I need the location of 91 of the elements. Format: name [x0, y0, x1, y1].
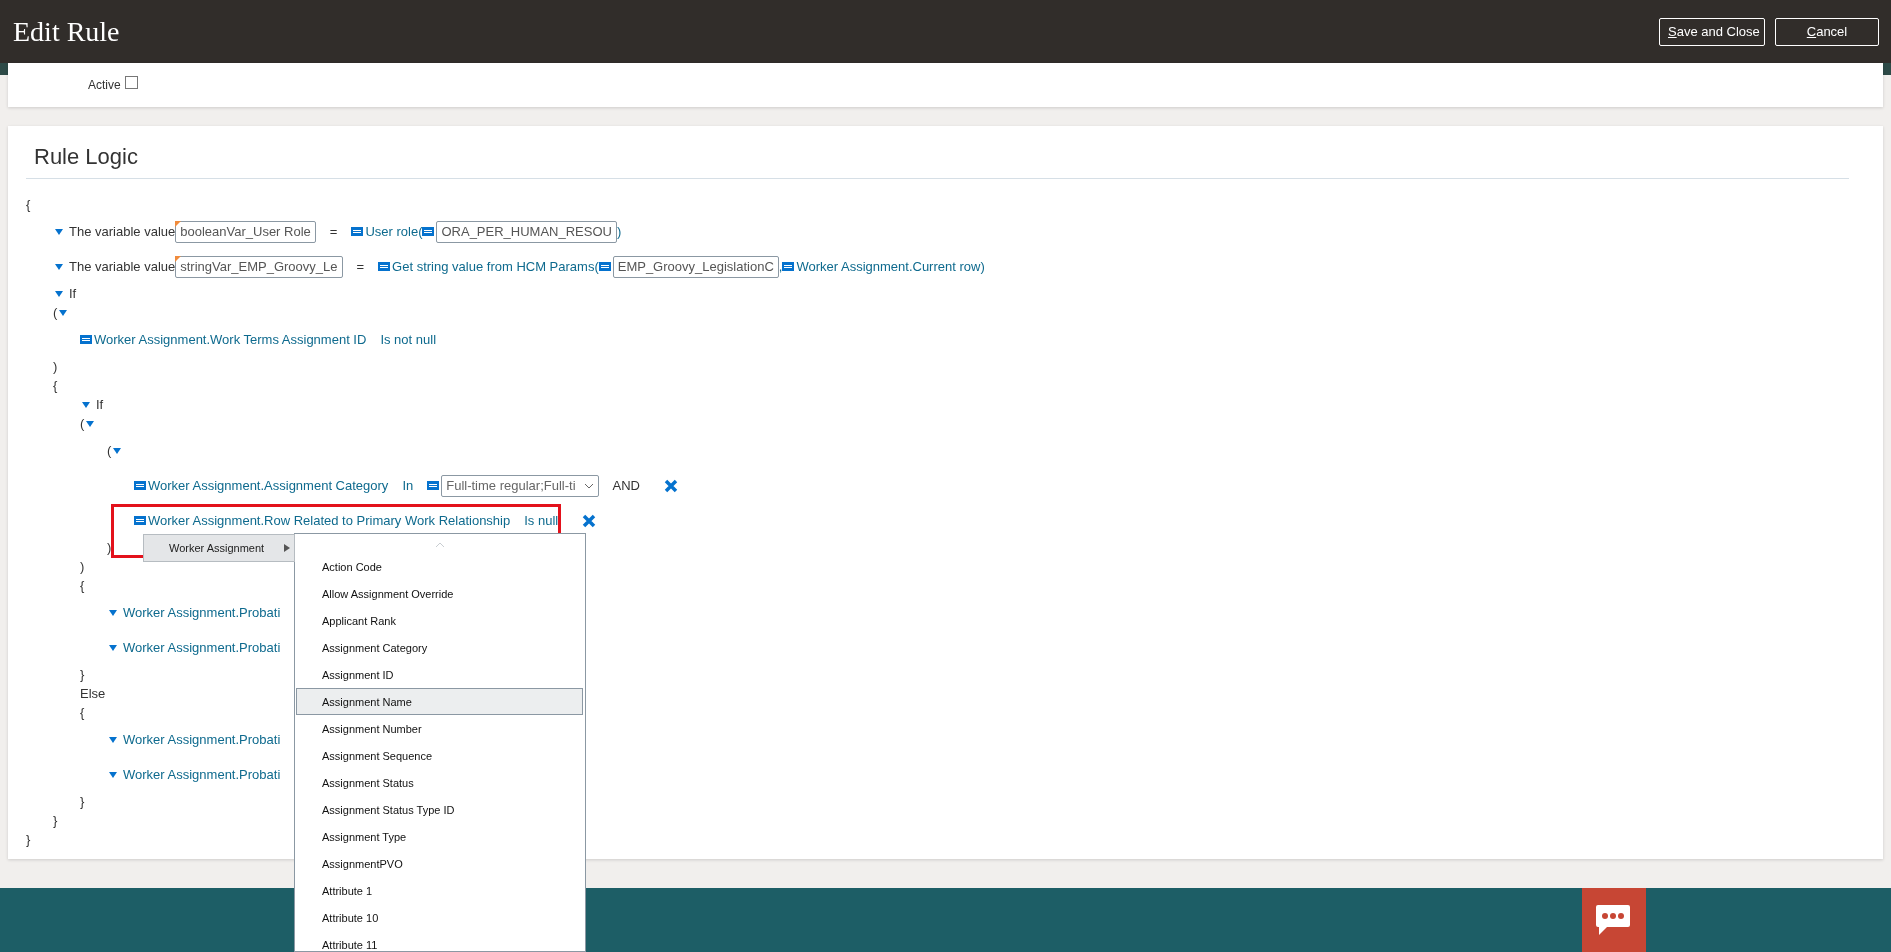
variable-icon: [134, 516, 146, 525]
code-text: If: [96, 397, 104, 412]
remove-icon[interactable]: [582, 513, 597, 528]
expression-link[interactable]: Worker Assignment.Row Related to Primary Work Relationship: [148, 513, 511, 528]
expand-caret-icon[interactable]: [109, 609, 117, 616]
expression-link[interactable]: Worker Assignment.Probati: [123, 732, 281, 747]
expand-caret-icon[interactable]: [82, 401, 90, 408]
code-text: If: [69, 286, 77, 301]
code-text: (: [80, 416, 85, 431]
menu-item[interactable]: Assignment Type: [296, 823, 583, 850]
menu-item[interactable]: Assignment ID: [296, 661, 583, 688]
expression-link[interactable]: User role(: [365, 224, 423, 239]
code-text: }: [53, 813, 58, 828]
expand-caret-icon[interactable]: [55, 263, 63, 270]
menu-item[interactable]: Assignment Status Type ID: [296, 796, 583, 823]
remove-icon[interactable]: [664, 478, 678, 493]
expression-link[interactable]: Get string value from HCM Params(: [392, 259, 599, 274]
expression-link[interactable]: Worker Assignment.Probati: [123, 767, 281, 782]
variable-icon: [598, 262, 611, 271]
expand-caret-icon[interactable]: [113, 447, 122, 454]
code-text: }: [26, 832, 31, 847]
input-field[interactable]: EMP_Groovy_LegislationC: [612, 255, 779, 278]
input-field[interactable]: booleanVar_User Role: [175, 220, 316, 243]
operator-text: =: [329, 224, 338, 239]
variable-icon: [782, 262, 795, 271]
code-text: {: [80, 705, 85, 720]
menu-item[interactable]: Allow Assignment Override: [296, 580, 583, 607]
variable-icon: [427, 481, 440, 490]
operator-link[interactable]: Is null: [524, 513, 559, 528]
variable-icon: [134, 481, 146, 490]
menu-item[interactable]: Applicant Rank: [296, 607, 583, 634]
expand-caret-icon[interactable]: [55, 228, 63, 235]
dropdown-field[interactable]: Full-time regular;Full-ti: [441, 474, 599, 497]
expression-link[interactable]: Worker Assignment.Work Terms Assignment ID: [94, 332, 367, 347]
expand-caret-icon[interactable]: [109, 644, 117, 651]
cancel-button[interactable]: Cancel: [1775, 17, 1879, 46]
chevron-down-icon: [583, 482, 594, 489]
code-text: The variable value: [69, 259, 176, 274]
code-text: }: [80, 794, 85, 809]
expression-link[interactable]: ): [616, 224, 622, 239]
menu-item[interactable]: Attribute 11: [296, 931, 583, 952]
input-field[interactable]: stringVar_EMP_Groovy_Le: [175, 255, 343, 278]
code-text: {: [26, 197, 31, 212]
menu-item[interactable]: AssignmentPVO: [296, 850, 583, 877]
section-title: Rule Logic: [26, 144, 1849, 179]
submenu-item[interactable]: Worker Assignment: [143, 534, 295, 562]
expression-link[interactable]: ,: [778, 259, 783, 274]
code-text: The variable value: [69, 224, 176, 239]
operator-text: AND: [612, 478, 640, 493]
expand-caret-icon[interactable]: [109, 771, 117, 778]
expand-caret-icon[interactable]: [109, 736, 117, 743]
expression-link[interactable]: Worker Assignment.Probati: [123, 605, 281, 620]
variable-icon: [422, 227, 435, 236]
chat-icon: [1595, 904, 1631, 936]
code-text: }: [80, 667, 85, 682]
code-text: (: [107, 443, 112, 458]
menu-item[interactable]: Assignment Number: [296, 715, 583, 742]
active-label: Active: [88, 78, 121, 92]
expand-caret-icon[interactable]: [55, 290, 63, 297]
variable-icon: [80, 335, 92, 344]
operator-link[interactable]: Is not null: [380, 332, 437, 347]
save-and-close-button[interactable]: Save and Close: [1659, 17, 1765, 46]
code-text: {: [53, 378, 58, 393]
code-text: {: [80, 578, 85, 593]
expression-link[interactable]: Worker Assignment.Current row): [796, 259, 985, 274]
expression-link[interactable]: Worker Assignment.Probati: [123, 640, 281, 655]
code-text: ): [80, 559, 85, 574]
menu-item[interactable]: Assignment Sequence: [296, 742, 583, 769]
operator-link[interactable]: In: [402, 478, 414, 493]
submenu-arrow-icon: [284, 544, 290, 552]
operator-text: =: [356, 259, 365, 274]
code-text: (: [53, 305, 58, 320]
expression-link[interactable]: Worker Assignment.Assignment Category: [148, 478, 389, 493]
input-field[interactable]: ORA_PER_HUMAN_RESOU: [436, 220, 617, 243]
code-text: ): [53, 359, 58, 374]
window-title: Edit Rule: [13, 15, 120, 48]
code-text: Else: [80, 686, 106, 701]
submenu-label: Worker Assignment: [169, 542, 265, 554]
active-checkbox[interactable]: [124, 75, 138, 89]
menu-item[interactable]: Attribute 1: [296, 877, 583, 904]
expand-caret-icon[interactable]: [59, 309, 68, 316]
menu-item[interactable]: Assignment Category: [296, 634, 583, 661]
menu-item[interactable]: Attribute 10: [296, 904, 583, 931]
code-text: ): [107, 540, 112, 555]
variable-icon: [378, 262, 391, 271]
menu-item[interactable]: Action Code: [296, 553, 583, 580]
variable-icon: [351, 227, 364, 236]
menu-item[interactable]: Assignment Name: [296, 688, 583, 715]
menu-item[interactable]: Assignment Status: [296, 769, 583, 796]
expand-caret-icon[interactable]: [86, 420, 95, 427]
chat-button[interactable]: [1582, 888, 1646, 952]
